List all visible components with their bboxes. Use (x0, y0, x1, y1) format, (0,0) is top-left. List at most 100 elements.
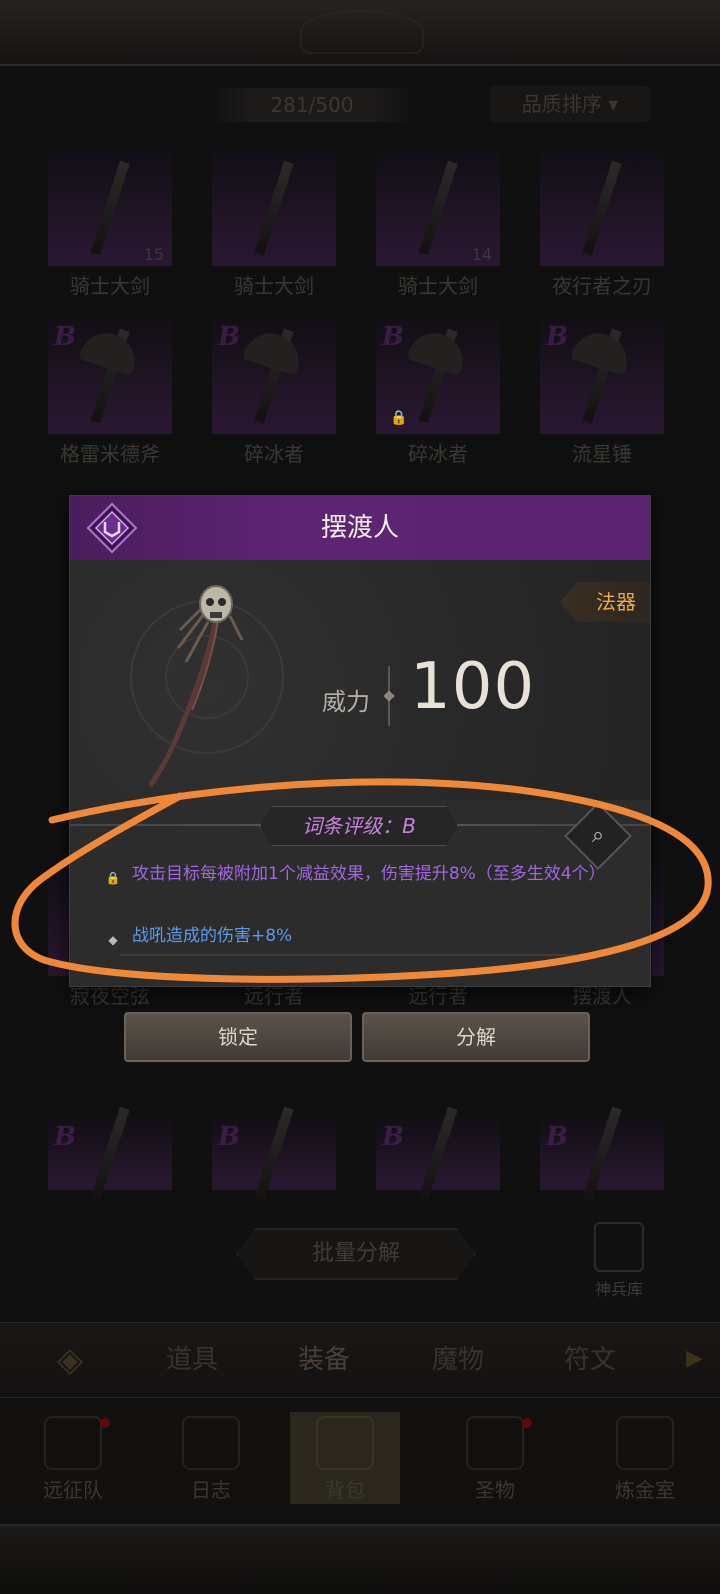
chevron-right-icon[interactable]: ▶ (686, 1346, 703, 1371)
weapon-icon (582, 160, 622, 256)
inventory-item[interactable]: B 格雷米德斧 (48, 318, 172, 467)
affix-text: 战吼造成的伤害+8% (132, 926, 293, 946)
item-name: 流星锤 (572, 442, 632, 466)
divider (120, 954, 600, 956)
power-divider (388, 666, 390, 726)
nav-label: 远征队 (43, 1478, 103, 1502)
item-slot: B (212, 318, 336, 434)
inventory-item[interactable]: B (376, 1106, 500, 1202)
chest-icon (316, 1416, 374, 1470)
inventory-item[interactable]: B (212, 1106, 336, 1202)
nav-relics[interactable]: 圣物 (440, 1412, 550, 1504)
affix-grade-label: 词条评级：B (260, 806, 458, 846)
rank-badge: B (54, 322, 76, 352)
item-slot: B (48, 1106, 172, 1202)
item-name: 碎冰者 (408, 442, 468, 466)
nav-alchemy[interactable]: 炼金室 (590, 1412, 700, 1504)
item-slot: 15 (48, 150, 172, 266)
helmet-icon (44, 1416, 102, 1470)
item-slot: B (540, 1106, 664, 1202)
item-slot: 14 (376, 150, 500, 266)
inventory-item[interactable]: 14 骑士大剑 (376, 150, 500, 299)
item-name: 骑士大剑 (398, 274, 478, 298)
tab-equipment[interactable]: 装备 (274, 1340, 374, 1380)
notification-dot (100, 1418, 110, 1428)
bottom-frame (0, 1524, 720, 1594)
nav-label: 炼金室 (615, 1478, 675, 1502)
item-slot: B (376, 1106, 500, 1202)
weapon-icon (418, 1106, 458, 1202)
rank-badge: B (382, 322, 404, 352)
item-name: 骑士大剑 (234, 274, 314, 298)
item-name: 碎冰者 (244, 442, 304, 466)
item-slot: B 🔒 (376, 318, 500, 434)
rank-badge: B (54, 1122, 76, 1152)
armory-icon (594, 1222, 644, 1272)
decompose-button[interactable]: 分解 (362, 1012, 590, 1062)
weapon-icon (90, 160, 130, 256)
affix-locked: 🔒 攻击目标每被附加1个减益效果，伤害提升8%（至多生效4个） (104, 862, 624, 886)
power-value: 100 (410, 650, 536, 724)
inventory-item[interactable]: B 🔒 碎冰者 (376, 318, 500, 467)
tab-monsters[interactable]: 魔物 (408, 1340, 508, 1380)
power-label: 威力 (322, 688, 370, 716)
weapon-head (78, 326, 142, 376)
lock-button[interactable]: 锁定 (124, 1012, 352, 1062)
tab-items[interactable]: 道具 (142, 1340, 242, 1380)
item-slot: B (48, 318, 172, 434)
lock-icon: 🔒 (105, 871, 121, 885)
weapon-head (570, 326, 634, 376)
top-frame (0, 0, 720, 66)
sort-label: 品质排序 (521, 92, 602, 116)
item-name: 骑士大剑 (70, 274, 150, 298)
magnifier-icon: ⌕ (591, 823, 605, 848)
mass-decompose-button[interactable]: 批量分解 (236, 1228, 476, 1280)
lock-icon: 🔒 (390, 410, 408, 426)
inventory-item[interactable]: 15 骑士大剑 (48, 150, 172, 299)
top-ornament (300, 10, 424, 54)
rank-badge: B (546, 1122, 568, 1152)
inventory-item[interactable]: 骑士大剑 (212, 150, 336, 299)
item-name: 夜行者之刃 (552, 274, 652, 298)
item-slot: B (212, 1106, 336, 1202)
rank-badge: B (218, 1122, 240, 1152)
nav-expedition[interactable]: 远征队 (18, 1412, 128, 1504)
rank-badge: B (546, 322, 568, 352)
stack-count: 15 (143, 245, 164, 264)
tab-runes[interactable]: 符文 (540, 1340, 640, 1380)
grade-banner: 词条评级：B (70, 800, 650, 850)
weapon-icon (254, 160, 294, 256)
chalice-icon (466, 1416, 524, 1470)
inventory-capacity: 281/500 (212, 88, 412, 122)
rank-badge: B (218, 322, 240, 352)
nav-label: 背包 (325, 1478, 365, 1502)
sort-dropdown[interactable]: 品质排序 ▾ (490, 86, 650, 122)
stack-count: 14 (471, 245, 492, 264)
weapon-icon (254, 1106, 294, 1202)
item-title: 摆渡人 (320, 513, 399, 543)
weapon-icon (418, 160, 458, 256)
staff-icon (147, 585, 244, 788)
item-panel: 法器 威力 100 (70, 560, 650, 800)
item-slot (212, 150, 336, 266)
weapon-icon (582, 1106, 622, 1202)
chevron-down-icon: ▾ (608, 92, 619, 116)
inventory-item[interactable]: B 流星锤 (540, 318, 664, 467)
scroll-icon (182, 1416, 240, 1470)
item-detail-popup: 摆渡人 法器 威力 100 词条评级：B ⌕ 🔒 攻击目标每被附加1个减益效果，… (70, 496, 650, 986)
inventory-item[interactable]: B (540, 1106, 664, 1202)
nav-backpack[interactable]: 背包 (290, 1412, 400, 1504)
diamond-bullet-icon: ◆ (108, 933, 118, 947)
notification-dot (522, 1418, 532, 1428)
armory-button[interactable]: 神兵库 (584, 1222, 654, 1306)
diamond-icon: ◈ (56, 1340, 84, 1380)
item-name: 格雷米德斧 (60, 442, 160, 466)
weapon-head (406, 326, 470, 376)
rank-badge: B (382, 1122, 404, 1152)
inventory-item[interactable]: B (48, 1106, 172, 1202)
inventory-item[interactable]: 夜行者之刃 (540, 150, 664, 299)
inventory-item[interactable]: B 碎冰者 (212, 318, 336, 467)
category-tag: 法器 (560, 582, 650, 622)
nav-label: 圣物 (475, 1478, 515, 1502)
nav-journal[interactable]: 日志 (156, 1412, 266, 1504)
